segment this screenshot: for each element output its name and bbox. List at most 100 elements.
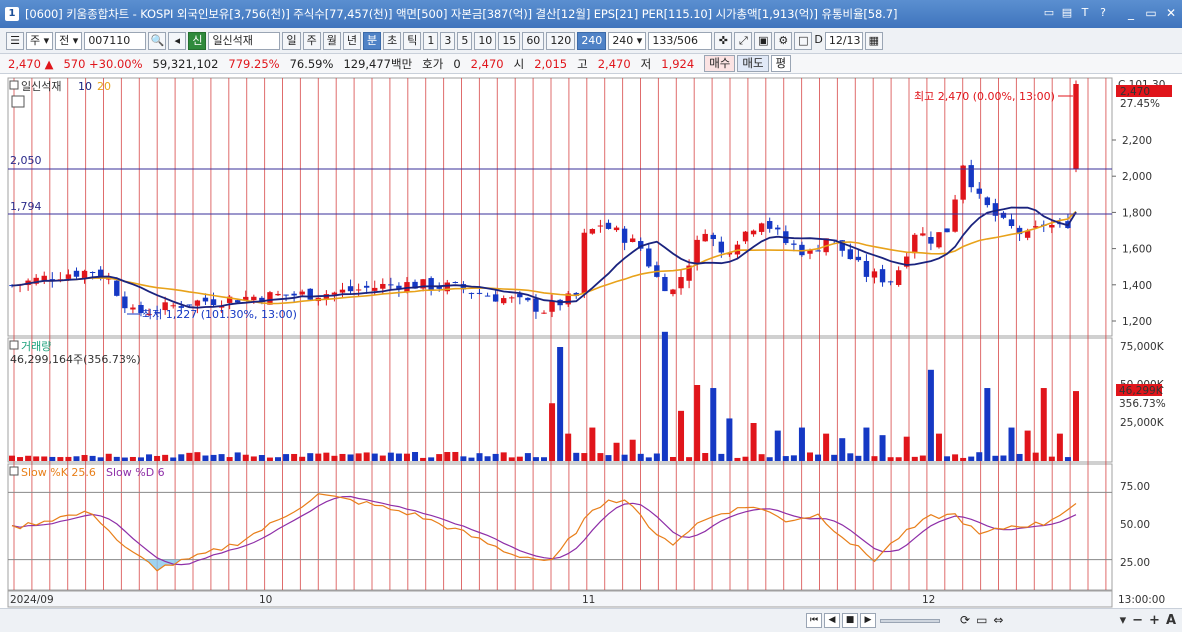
zoom-out-icon[interactable]: − xyxy=(1132,613,1143,628)
market-select[interactable]: 주 ▾ xyxy=(26,31,54,50)
interval-240[interactable]: 240 xyxy=(577,31,607,50)
sell-button[interactable]: 매도 xyxy=(737,55,769,72)
interval-10[interactable]: 10 xyxy=(474,31,497,50)
volume-bar xyxy=(234,452,241,461)
candle-body xyxy=(670,289,676,295)
print-icon[interactable]: ▤ xyxy=(1060,6,1074,20)
volume-bar xyxy=(202,455,209,461)
period-month[interactable]: 월 xyxy=(322,31,341,50)
candle-body xyxy=(476,292,483,294)
candle-body xyxy=(750,230,757,235)
stop-icon[interactable]: ■ xyxy=(842,613,858,628)
window-number-badge[interactable]: 1 xyxy=(5,7,19,21)
interval-1[interactable]: 1 xyxy=(423,31,439,50)
next-icon[interactable]: ▶ xyxy=(860,613,876,628)
volume-bar xyxy=(1040,388,1047,461)
low-annotation: 최저 1,227 (101.30%, 13:00) xyxy=(142,308,297,321)
price-current: 2,470 ▲ xyxy=(8,56,54,71)
text-icon[interactable]: T xyxy=(1078,6,1092,20)
candle-body xyxy=(879,269,886,283)
candle-body xyxy=(621,228,628,243)
zoom-slider[interactable] xyxy=(880,619,940,623)
volume-bar xyxy=(726,418,733,461)
price-tick-label: 1,800 xyxy=(1122,207,1152,219)
volume-bar xyxy=(371,453,378,461)
interval-15[interactable]: 15 xyxy=(498,31,521,50)
volume-bar xyxy=(428,457,435,461)
volume-bar xyxy=(178,454,185,461)
volume-bar xyxy=(492,453,499,461)
period-second[interactable]: 초 xyxy=(383,31,402,50)
table-icon[interactable] xyxy=(11,95,25,108)
volume-bar xyxy=(97,457,104,461)
period-year[interactable]: 년 xyxy=(342,31,361,50)
interval-select[interactable]: 240 ▾ xyxy=(608,31,647,50)
interval-60[interactable]: 60 xyxy=(522,31,545,50)
font-size-icon[interactable]: A xyxy=(1166,613,1176,628)
candle-body xyxy=(492,294,499,302)
scroll-left-icon[interactable]: ▾ xyxy=(1120,613,1127,628)
help-icon[interactable]: ? xyxy=(1096,6,1110,20)
volume-bar xyxy=(718,453,725,461)
restore-icon[interactable]: ▭ xyxy=(1042,6,1056,20)
volume-bar xyxy=(831,454,838,461)
credit-badge: 신 xyxy=(188,31,207,50)
zoom-fit-icon[interactable]: ▭ xyxy=(976,613,987,627)
search-icon[interactable]: 🔍 xyxy=(148,31,167,50)
buy-button[interactable]: 매수 xyxy=(704,55,736,72)
candle-body xyxy=(1049,224,1055,228)
candle-body xyxy=(646,248,652,267)
stoch-k-legend: Slow %K 25.6 xyxy=(21,466,96,479)
market-value: 주 xyxy=(30,33,41,47)
zoom-reset-icon[interactable]: ⟳ xyxy=(960,613,970,627)
period-minute[interactable]: 분 xyxy=(362,31,382,50)
eval-button[interactable]: 평 xyxy=(770,55,792,72)
volume-bar xyxy=(823,433,830,461)
view-select[interactable]: 전 ▾ xyxy=(55,31,83,50)
volume-bar xyxy=(549,403,556,461)
title-bar: 1 [0600] 키움종합차트 - KOSPI 외국인보유[3,756(천)] … xyxy=(0,0,1182,28)
turnover-rate: 76.59% xyxy=(289,56,334,71)
stoch-tick-label: 25.00 xyxy=(1120,557,1150,569)
maximize-icon[interactable]: ▭ xyxy=(1144,6,1158,20)
period-tick[interactable]: 틱 xyxy=(403,31,422,50)
volume-bar xyxy=(250,456,257,461)
date-checkbox[interactable]: □ xyxy=(794,31,813,50)
prev-icon[interactable]: ◀ xyxy=(824,613,840,628)
draw-icon[interactable]: ⤢ xyxy=(734,31,753,50)
count-input[interactable]: 133/506 xyxy=(648,31,713,50)
stock-chart[interactable]: 2,050 1,794 일신석재 10 20 최고 2,470 (0.00%, … xyxy=(0,76,1182,608)
stoch-d-legend: Slow %D 6 xyxy=(106,466,165,479)
stock-code-input[interactable]: 007110 xyxy=(84,31,147,50)
candle-body xyxy=(372,287,378,291)
volume-bar xyxy=(557,347,564,461)
zoom-range-icon[interactable]: ⇔ xyxy=(993,613,1003,627)
interval-5[interactable]: 5 xyxy=(457,31,473,50)
candle-body xyxy=(65,274,72,279)
menu-icon[interactable]: ☰ xyxy=(6,31,24,50)
volume-bar xyxy=(315,453,322,461)
gear-icon[interactable]: ⚙ xyxy=(774,31,793,50)
volume-bar xyxy=(968,456,975,461)
volume-bar xyxy=(283,454,290,461)
candle-body xyxy=(549,300,555,312)
first-icon[interactable]: ⏮ xyxy=(806,613,822,628)
interval-120[interactable]: 120 xyxy=(546,31,576,50)
close-icon[interactable]: ✕ xyxy=(1164,6,1178,20)
candle-body xyxy=(863,260,870,277)
candle-body xyxy=(928,237,934,244)
volume-bar xyxy=(710,388,717,461)
calendar-icon[interactable]: ▦ xyxy=(864,31,883,50)
zoom-in-icon[interactable]: + xyxy=(1149,613,1160,628)
period-day[interactable]: 일 xyxy=(282,31,301,50)
save-icon[interactable]: ▣ xyxy=(754,31,773,50)
date-label-oct: 10 xyxy=(259,594,272,606)
speaker-icon[interactable]: ◂ xyxy=(168,31,187,50)
volume-bar xyxy=(960,457,967,461)
volume-bar xyxy=(25,455,32,461)
minimize-icon[interactable]: _ xyxy=(1124,6,1138,20)
interval-3[interactable]: 3 xyxy=(440,31,456,50)
crosshair-icon[interactable]: ✜ xyxy=(714,31,733,50)
period-week[interactable]: 주 xyxy=(302,31,321,50)
date-input[interactable]: 12/13 xyxy=(824,31,863,50)
